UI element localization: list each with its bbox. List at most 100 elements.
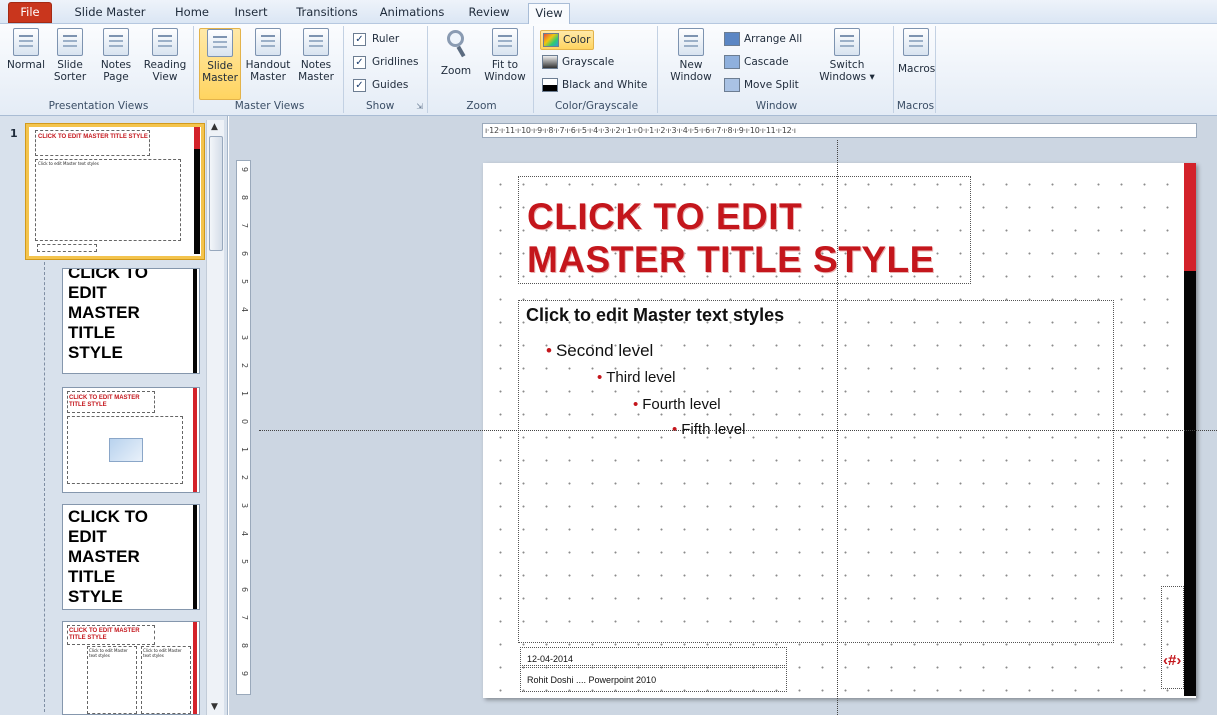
guides-checkbox[interactable]: ✓ Guides bbox=[350, 76, 408, 96]
scroll-up-icon[interactable]: ▲ bbox=[211, 122, 218, 132]
tab-insert[interactable]: Insert bbox=[226, 3, 276, 24]
tab-file[interactable]: File bbox=[8, 2, 52, 23]
color-icon bbox=[543, 33, 559, 47]
ruler-label: Ruler bbox=[372, 33, 400, 45]
ruler-checkbox[interactable]: ✓ Ruler bbox=[350, 30, 399, 50]
vertical-ruler[interactable]: 9 8 7 6 5 4 3 2 1 0 1 2 3 4 5 6 7 8 9 bbox=[236, 160, 251, 695]
gridlines-checkbox[interactable]: ✓ Gridlines bbox=[350, 53, 418, 73]
thumb4-title: CLICK TO EDIT MASTER TITLE STYLE bbox=[68, 507, 148, 607]
zoom-button[interactable]: Zoom bbox=[436, 28, 476, 77]
move-split-icon bbox=[724, 78, 740, 92]
vruler-tick: 1 bbox=[240, 447, 249, 453]
vruler-tick: 5 bbox=[240, 279, 249, 285]
tab-slide-master[interactable]: Slide Master bbox=[70, 3, 150, 24]
vruler-tick: 0 bbox=[240, 419, 249, 425]
cascade-button[interactable]: Cascade bbox=[722, 53, 789, 73]
tab-animations[interactable]: Animations bbox=[372, 3, 452, 24]
thumb4-line-2: EDIT bbox=[68, 527, 107, 546]
vruler-tick: 1 bbox=[240, 391, 249, 397]
thumbnail-layout-5[interactable]: CLICK TO EDIT MASTER TITLE STYLE Click t… bbox=[62, 621, 200, 715]
slide-sorter-button[interactable]: Slide Sorter bbox=[50, 28, 90, 83]
normal-view-button[interactable]: Normal bbox=[6, 28, 46, 71]
horizontal-guide[interactable] bbox=[259, 430, 1217, 431]
body-level-2: • Second level bbox=[546, 341, 653, 361]
thumbnail-layout-2[interactable]: CLICK TO EDIT MASTER TITLE STYLE bbox=[62, 268, 200, 374]
tab-transitions[interactable]: Transitions bbox=[289, 3, 365, 24]
macros-button[interactable]: Macros bbox=[898, 28, 935, 75]
slide-master-label-1: Slide bbox=[207, 60, 233, 72]
thumbnail-scrollbar[interactable]: ▲ ▼ bbox=[206, 120, 224, 715]
group-master-views: Slide Master Handout Master Notes Master… bbox=[196, 26, 344, 113]
vruler-tick: 4 bbox=[240, 531, 249, 537]
thumbnail-layout-3[interactable]: CLICK TO EDIT MASTER TITLE STYLE bbox=[62, 387, 200, 493]
notes-page-button[interactable]: Notes Page bbox=[96, 28, 136, 83]
normal-view-icon bbox=[13, 28, 39, 56]
group-show: ✓ Ruler ✓ Gridlines ✓ Guides Show ⇲ bbox=[346, 26, 428, 113]
notes-master-icon bbox=[303, 28, 329, 56]
arrange-all-button[interactable]: Arrange All bbox=[722, 30, 802, 50]
horizontal-ruler[interactable]: ı·12·ı·11·ı·10·ı·9·ı·8·ı·7·ı·6·ı·5·ı·4·ı… bbox=[482, 123, 1197, 138]
vruler-tick: 8 bbox=[240, 195, 249, 201]
handout-master-icon bbox=[255, 28, 281, 56]
handout-master-button[interactable]: Handout Master bbox=[244, 28, 292, 83]
tab-review[interactable]: Review bbox=[463, 3, 515, 24]
arrange-all-label: Arrange All bbox=[744, 33, 803, 45]
thumb3-title: CLICK TO EDIT MASTER TITLE STYLE bbox=[69, 395, 140, 408]
black-and-white-button[interactable]: Black and White bbox=[540, 76, 647, 96]
color-button[interactable]: Color bbox=[540, 30, 594, 50]
handout-master-label-1: Handout bbox=[245, 59, 291, 71]
slide-master-icon bbox=[207, 29, 233, 57]
group-window: New Window Arrange All Cascade Move Spli… bbox=[660, 26, 894, 113]
thumb-footer bbox=[37, 244, 97, 252]
thumb5-col1-text: Click to edit Master text styles bbox=[89, 648, 128, 658]
vruler-tick: 6 bbox=[240, 251, 249, 257]
slide-master-button[interactable]: Slide Master bbox=[199, 28, 241, 100]
thumb5-red-bar bbox=[193, 622, 197, 714]
title-placeholder[interactable]: CLICK TO EDIT MASTER TITLE STYLE bbox=[518, 176, 971, 284]
slide-number-placeholder[interactable] bbox=[1161, 586, 1184, 689]
thumb4-line-5: STYLE bbox=[68, 587, 123, 606]
fit-to-window-button[interactable]: Fit to Window bbox=[482, 28, 528, 83]
vruler-tick: 2 bbox=[240, 363, 249, 369]
vruler-tick: 8 bbox=[240, 643, 249, 649]
reading-view-button[interactable]: Reading View bbox=[141, 28, 189, 83]
scrollbar-thumb[interactable] bbox=[209, 136, 223, 251]
notes-page-icon bbox=[103, 28, 129, 56]
zoom-label: Zoom bbox=[440, 65, 472, 77]
color-grayscale-label: Color/Grayscale bbox=[554, 100, 639, 112]
slide-master-label-2: Master bbox=[202, 72, 238, 84]
group-presentation-views: Normal Slide Sorter Notes Page Reading V… bbox=[4, 26, 194, 113]
vruler-tick: 6 bbox=[240, 587, 249, 593]
new-window-button[interactable]: New Window bbox=[666, 28, 716, 83]
group-zoom: Zoom Fit to Window Zoom bbox=[430, 26, 534, 113]
new-window-label-1: New bbox=[679, 59, 703, 71]
ribbon-tab-bar: File Slide Master Home Insert Transition… bbox=[0, 0, 1217, 24]
fit-to-window-icon bbox=[492, 28, 518, 56]
switch-windows-button[interactable]: Switch Windows ▾ bbox=[818, 28, 876, 83]
switch-label-1: Switch bbox=[829, 59, 865, 71]
fit-label-2: Window bbox=[484, 71, 526, 83]
body-level-4: • Fourth level bbox=[633, 396, 721, 413]
vertical-guide[interactable] bbox=[837, 140, 838, 715]
thumb4-black-bar bbox=[193, 505, 197, 609]
grayscale-button[interactable]: Grayscale bbox=[540, 53, 614, 73]
slide-black-accent-bar bbox=[1184, 271, 1196, 696]
cascade-label: Cascade bbox=[744, 56, 789, 68]
dialog-launcher-icon[interactable]: ⇲ bbox=[416, 102, 423, 111]
thumb5-col2-text: Click to edit Master text styles bbox=[143, 648, 182, 658]
bullet-icon: • bbox=[546, 341, 552, 360]
thumbnail-layout-4[interactable]: CLICK TO EDIT MASTER TITLE STYLE bbox=[62, 504, 200, 610]
move-split-button[interactable]: Move Split bbox=[722, 76, 799, 96]
thumb2-title: CLICK TO EDIT MASTER TITLE STYLE bbox=[68, 268, 148, 363]
thumb-black-bar bbox=[194, 149, 200, 254]
checkmark-icon: ✓ bbox=[353, 56, 366, 69]
notes-master-button[interactable]: Notes Master bbox=[295, 28, 337, 83]
thumbnail-slide-master[interactable]: CLICK TO EDIT MASTER TITLE STYLE Click t… bbox=[25, 123, 205, 260]
reading-view-label-2: View bbox=[152, 71, 178, 83]
normal-label: Normal bbox=[7, 59, 45, 71]
thumb-title: CLICK TO EDIT MASTER TITLE STYLE bbox=[38, 134, 148, 140]
tab-view[interactable]: View bbox=[528, 3, 570, 24]
thumb2-line-1: CLICK TO bbox=[68, 268, 148, 282]
tab-home[interactable]: Home bbox=[167, 3, 217, 24]
scroll-down-icon[interactable]: ▼ bbox=[211, 702, 218, 712]
